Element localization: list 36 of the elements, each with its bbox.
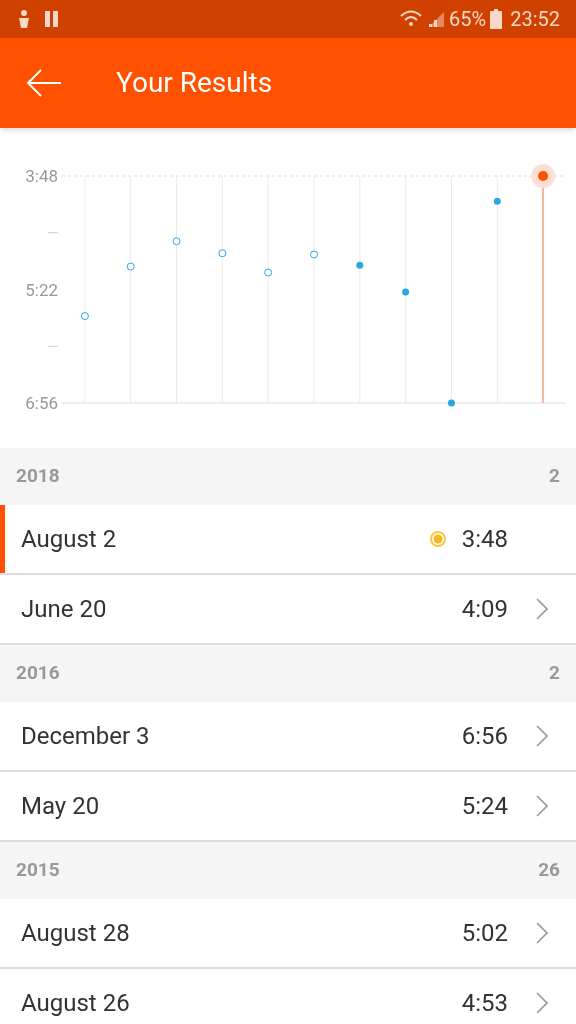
result-count: 2 (549, 463, 560, 490)
result-date: August 28 (21, 918, 131, 949)
axis-label: 6:56 (25, 393, 58, 413)
result-date: May 20 (21, 791, 101, 822)
result-count: 26 (538, 857, 560, 884)
tick-mark (47, 232, 59, 234)
result-time: 5:24 (461, 791, 508, 822)
pause-icon (44, 10, 60, 28)
result-time: 6:56 (461, 721, 508, 752)
signal-icon (427, 10, 446, 28)
tick-mark (47, 345, 59, 347)
axis-label: 5:22 (25, 279, 58, 300)
person-icon (16, 9, 32, 29)
result-date: June 20 (21, 594, 108, 625)
result-time: 3:48 (461, 524, 508, 555)
year-label: 2018 (16, 463, 60, 490)
battery-percentage: 65% (449, 6, 487, 33)
result-time: 4:09 (461, 594, 508, 625)
result-row[interactable]: August 26 4:53 (0, 969, 576, 1024)
result-row[interactable]: August 2 3:48 (0, 505, 576, 575)
result-time: 5:02 (461, 918, 508, 949)
battery-icon (490, 9, 503, 29)
result-row[interactable]: December 3 6:56 (0, 702, 576, 772)
back-arrow-icon (26, 68, 62, 98)
screen-title: Your Results (116, 65, 273, 101)
result-count: 2 (549, 660, 560, 687)
result-time: 4:53 (461, 988, 508, 1019)
result-row[interactable]: August 28 5:02 (0, 899, 576, 969)
result-date: August 2 (21, 524, 118, 555)
clock: 23:52 (510, 6, 560, 33)
year-label: 2015 (16, 857, 60, 884)
result-date: December 3 (21, 721, 151, 752)
axis-label: 3:48 (25, 166, 58, 186)
year-label: 2016 (16, 660, 60, 687)
result-date: August 26 (21, 988, 131, 1019)
wifi-icon (399, 9, 424, 29)
